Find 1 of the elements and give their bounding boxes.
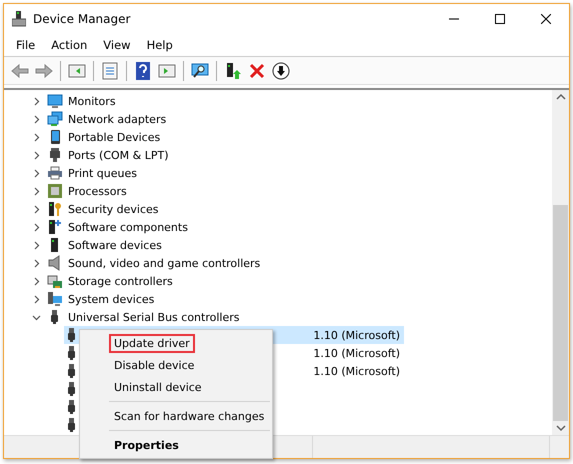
window-title: Device Manager xyxy=(33,12,132,26)
